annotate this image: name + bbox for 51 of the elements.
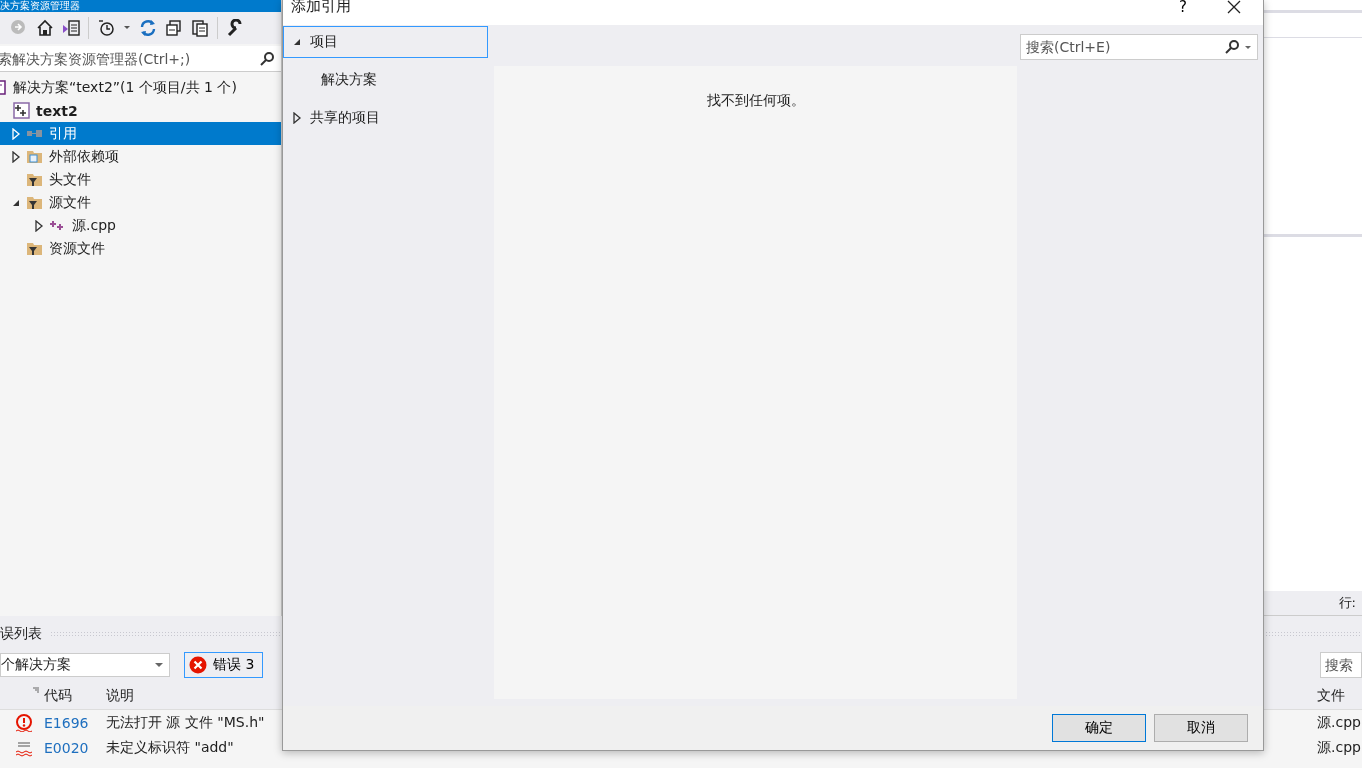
error-icon: [189, 656, 207, 674]
panel-title: 误列表: [0, 625, 42, 643]
home-icon[interactable]: [36, 19, 54, 37]
table-cell: 未定义标识符 "add": [106, 738, 234, 757]
nav-item[interactable]: 项目: [283, 26, 488, 58]
search-field[interactable]: 搜索(Ctrl+E): [1020, 34, 1258, 60]
refresh-icon[interactable]: [139, 19, 157, 37]
column-header[interactable]: 文件: [1313, 686, 1362, 705]
tree-item[interactable]: 头文件: [0, 168, 281, 191]
error-code-link[interactable]: E1696: [40, 714, 102, 731]
table-cell: 无法打开 源 文件 "MS.h": [106, 713, 265, 732]
table-cell: 源.cpp: [1317, 738, 1361, 757]
panel-title: 决方案资源管理器: [0, 0, 80, 12]
search-icon[interactable]: [1224, 39, 1240, 55]
close-icon[interactable]: [1227, 0, 1241, 14]
column-header[interactable]: 代码: [40, 686, 102, 705]
table-cell: 源.cpp: [1317, 713, 1361, 732]
wrench-icon[interactable]: [226, 19, 244, 37]
nav-item[interactable]: 共享的项目: [283, 102, 488, 134]
status-text: 行:: [1338, 594, 1356, 612]
tree-item[interactable]: 源.cpp: [0, 214, 281, 237]
tree-item[interactable]: text2: [0, 99, 281, 122]
collapse-all-icon[interactable]: [165, 19, 183, 37]
empty-message: 找不到任何项。: [706, 92, 805, 110]
tree-item[interactable]: 解决方案“text2”(1 个项目/共 1 个): [0, 76, 281, 99]
project-icon: [13, 102, 30, 119]
error-code-link[interactable]: E0020: [40, 739, 102, 756]
folder-icon: [26, 194, 43, 211]
tree-item[interactable]: 引用: [0, 122, 281, 145]
folder-icon: [26, 171, 43, 188]
error-icon: [15, 713, 33, 732]
error-filter-button[interactable]: 错误 3: [184, 652, 264, 678]
collapsed-arrow-icon[interactable]: [34, 219, 44, 232]
cancel-button[interactable]: 取消: [1154, 714, 1248, 742]
folder-icon: [26, 148, 43, 165]
ok-button[interactable]: 确定: [1052, 714, 1146, 742]
collapsed-arrow-icon[interactable]: [292, 112, 302, 124]
collapsed-arrow-icon[interactable]: [11, 150, 21, 163]
nav-item[interactable]: 解决方案: [283, 64, 488, 96]
help-button[interactable]: ?: [1179, 0, 1187, 16]
clock-icon[interactable]: [97, 19, 115, 37]
copy-icon[interactable]: [191, 19, 209, 37]
tree-item[interactable]: 外部依赖项: [0, 145, 281, 168]
expanded-arrow-icon[interactable]: [292, 37, 302, 47]
switch-views-icon[interactable]: [62, 19, 80, 37]
tree-item[interactable]: 资源文件: [0, 237, 281, 260]
tree-item[interactable]: 源文件: [0, 191, 281, 214]
scope-dropdown[interactable]: 个解决方案: [0, 653, 170, 677]
search-icon[interactable]: [259, 51, 275, 67]
folder-icon: [26, 240, 43, 257]
search-field[interactable]: 搜索: [1320, 652, 1362, 678]
